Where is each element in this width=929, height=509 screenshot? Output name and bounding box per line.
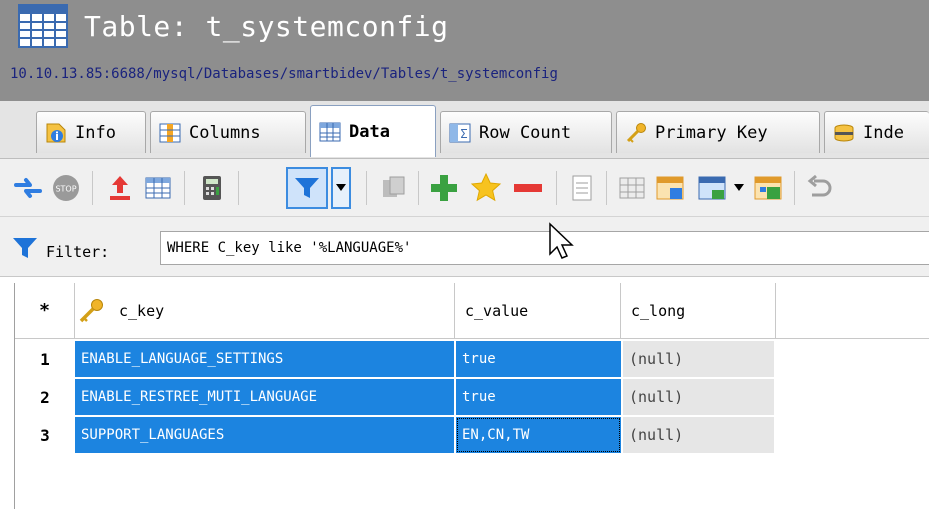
tab-indexes-label: Inde: [863, 122, 904, 143]
data-grid-icon: [319, 122, 341, 141]
toolbar: STOP: [0, 159, 929, 217]
table-cell-c-value[interactable]: true: [456, 379, 621, 415]
column-header-empty: [776, 283, 929, 339]
row-selector-header[interactable]: *: [15, 283, 75, 339]
table-cell-c-key[interactable]: ENABLE_LANGUAGE_SETTINGS: [75, 341, 454, 377]
toolbar-separator: [184, 171, 185, 205]
table-icon: [18, 4, 68, 48]
stop-icon[interactable]: STOP: [50, 172, 82, 204]
tab-data[interactable]: Data: [310, 105, 436, 157]
data-grid: * c_key c_value c_long 1 ENABLE_LANGUAGE…: [14, 283, 929, 509]
connection-path: 10.10.13.85:6688/mysql/Databases/smartbi…: [10, 66, 558, 82]
table-cell-c-value[interactable]: EN,CN,TW: [456, 417, 621, 453]
toolbar-separator: [238, 171, 239, 205]
tab-primary-key[interactable]: Primary Key: [616, 111, 820, 153]
column-header-c-key[interactable]: c_key: [75, 283, 455, 339]
table-cell-c-value[interactable]: true: [456, 341, 621, 377]
form-view-icon[interactable]: [566, 172, 598, 204]
tab-columns[interactable]: Columns: [150, 111, 306, 153]
tab-info[interactable]: Info: [36, 111, 146, 153]
title-bar: Table: t_systemconfig 10.10.13.85:6688/m…: [0, 0, 929, 101]
key-icon: [626, 122, 646, 143]
window-title: Table: t_systemconfig: [84, 10, 449, 43]
row-number[interactable]: 3: [15, 417, 75, 455]
tab-strip: Info Columns Data Σ Row Count Primary Ke…: [0, 101, 929, 159]
delete-row-icon[interactable]: [512, 172, 544, 204]
apply-icon[interactable]: [752, 172, 784, 204]
primary-key-icon: [79, 299, 103, 323]
filter-icon: [13, 238, 37, 258]
row-number[interactable]: 1: [15, 341, 75, 379]
filter-dropdown-button[interactable]: [331, 167, 351, 209]
column-header-label: c_value: [465, 302, 529, 320]
column-header-c-value[interactable]: c_value: [455, 283, 621, 339]
row-number[interactable]: 2: [15, 379, 75, 417]
table-cell-c-long[interactable]: (null): [623, 379, 774, 415]
toolbar-separator: [794, 171, 795, 205]
dropdown-icon[interactable]: [734, 184, 744, 192]
tab-columns-label: Columns: [189, 122, 261, 143]
tab-info-label: Info: [75, 122, 116, 143]
grid-view-icon[interactable]: [616, 172, 648, 204]
filter-label: Filter:: [46, 243, 110, 261]
calculator-icon[interactable]: [196, 172, 228, 204]
refresh-icon[interactable]: [12, 172, 44, 204]
tab-primary-key-label: Primary Key: [655, 122, 768, 143]
export-icon[interactable]: [104, 172, 136, 204]
tab-row-count-label: Row Count: [479, 122, 572, 143]
toolbar-separator: [366, 171, 367, 205]
columns-icon: [159, 123, 181, 142]
toolbar-separator: [92, 171, 93, 205]
copy-icon[interactable]: [378, 172, 410, 204]
filter-input[interactable]: WHERE C_key like '%LANGUAGE%': [160, 231, 929, 265]
filter-button[interactable]: [286, 167, 328, 209]
info-icon: [46, 123, 66, 142]
table-cell-c-long[interactable]: (null): [623, 341, 774, 377]
favorite-icon[interactable]: [470, 172, 502, 204]
column-header-label: c_key: [119, 302, 165, 320]
toolbar-separator: [556, 171, 557, 205]
toolbar-separator: [418, 171, 419, 205]
filter-icon: [295, 178, 319, 198]
table-cell-c-long[interactable]: (null): [623, 417, 774, 453]
column-header-c-long[interactable]: c_long: [621, 283, 776, 339]
mouse-cursor-icon: [549, 222, 574, 259]
svg-text:STOP: STOP: [55, 185, 76, 194]
grid-icon[interactable]: [142, 172, 174, 204]
table-cell-c-key[interactable]: SUPPORT_LANGUAGES: [75, 417, 454, 453]
table-cell-c-key[interactable]: ENABLE_RESTREE_MUTI_LANGUAGE: [75, 379, 454, 415]
toolbar-separator: [606, 171, 607, 205]
filter-bar: Filter: WHERE C_key like '%LANGUAGE%': [0, 217, 929, 277]
svg-text:Σ: Σ: [460, 127, 467, 141]
chart-icon[interactable]: [654, 172, 686, 204]
tab-indexes[interactable]: Inde: [824, 111, 929, 153]
chevron-down-icon: [336, 184, 346, 191]
index-icon: [834, 124, 854, 142]
column-header-label: c_long: [631, 302, 686, 320]
row-count-icon: Σ: [449, 123, 471, 142]
undo-icon[interactable]: [804, 172, 836, 204]
tab-row-count[interactable]: Σ Row Count: [440, 111, 612, 153]
add-row-icon[interactable]: [428, 172, 460, 204]
tab-data-label: Data: [349, 121, 390, 142]
grid-edit-icon[interactable]: [696, 172, 728, 204]
